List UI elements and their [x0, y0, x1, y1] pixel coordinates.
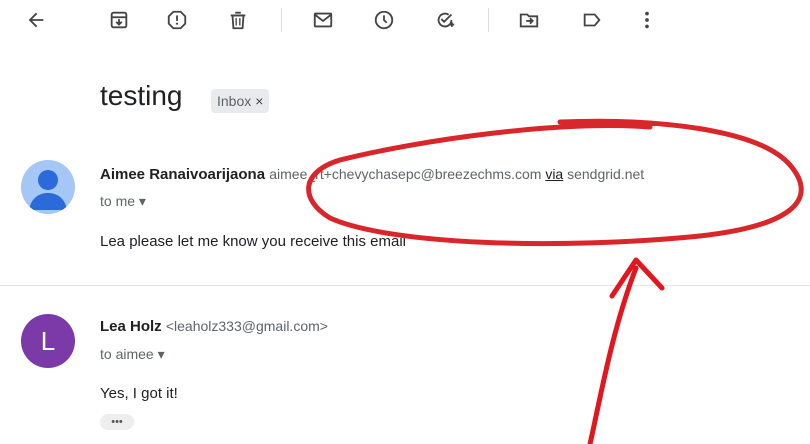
to-label: to me — [100, 193, 136, 209]
email-subject: testing — [100, 80, 183, 111]
more-vert-icon[interactable] — [635, 8, 659, 32]
via-link[interactable]: via — [545, 166, 563, 182]
sender-email: aimee_rt+chevychasepc@breezechms.com via… — [269, 166, 645, 182]
report-spam-icon[interactable] — [165, 8, 189, 32]
message-divider — [0, 285, 810, 286]
sender-name[interactable]: Lea Holz — [100, 318, 162, 335]
annotation-arrow — [587, 265, 639, 444]
label-chip-text: Inbox — [217, 93, 252, 109]
avatar[interactable] — [21, 160, 75, 214]
snooze-icon[interactable] — [372, 8, 396, 32]
mark-unread-icon[interactable] — [311, 8, 335, 32]
chevron-down-icon[interactable]: ▾ — [139, 193, 146, 209]
label-icon[interactable] — [580, 8, 604, 32]
show-trimmed-content-button[interactable]: ••• — [100, 414, 134, 430]
recipient-details-toggle[interactable]: to aimee ▾ — [100, 346, 165, 363]
delete-icon[interactable] — [226, 8, 250, 32]
message-sender: Lea Holz <leaholz333@gmail.com> — [100, 318, 328, 335]
recipient-details-toggle[interactable]: to me ▾ — [100, 193, 146, 210]
avatar[interactable]: L — [21, 314, 75, 368]
sender-email: <leaholz333@gmail.com> — [165, 318, 328, 334]
remove-label-icon[interactable]: × — [255, 93, 263, 109]
to-label: to aimee — [100, 346, 154, 362]
move-to-icon[interactable] — [517, 8, 541, 32]
annotation-overlay — [306, 118, 804, 444]
back-arrow-icon[interactable] — [24, 8, 48, 32]
message-body: Yes, I got it! — [100, 385, 178, 402]
annotation-arrowhead — [609, 257, 665, 299]
sender-name[interactable]: Aimee Ranaivoarijaona — [100, 166, 265, 183]
toolbar-separator — [488, 8, 489, 32]
chevron-down-icon[interactable]: ▾ — [158, 346, 165, 362]
toolbar — [0, 0, 810, 40]
toolbar-separator — [281, 8, 282, 32]
message-sender: Aimee Ranaivoarijaona aimee_rt+chevychas… — [100, 166, 644, 183]
person-icon — [29, 170, 67, 210]
message-body: Lea please let me know you receive this … — [100, 233, 406, 250]
add-task-icon[interactable] — [433, 8, 457, 32]
inbox-label-chip[interactable]: Inbox × — [211, 89, 270, 113]
archive-icon[interactable] — [107, 8, 131, 32]
